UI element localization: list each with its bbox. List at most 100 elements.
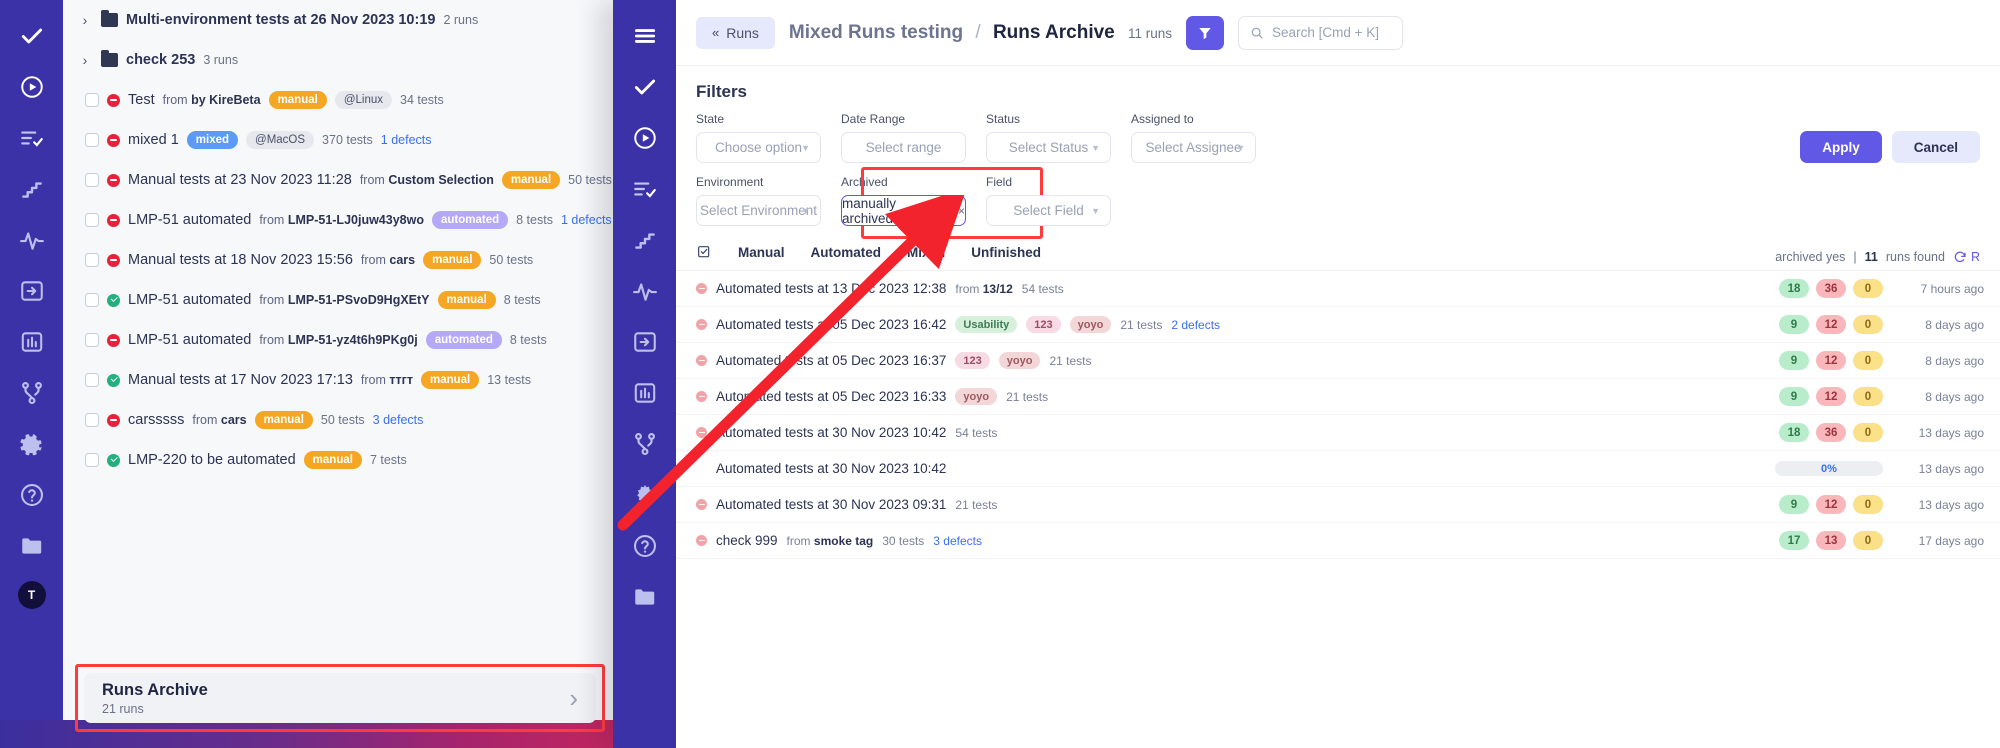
- folder-row[interactable]: › check 253 3 runs: [63, 40, 613, 80]
- sidebar-item-folder[interactable]: [0, 520, 63, 571]
- tab-automated[interactable]: Automated: [811, 245, 882, 270]
- chevron-down-icon[interactable]: ▼: [946, 206, 955, 216]
- filter-value: manually archived: [842, 195, 897, 226]
- sidebar-item-help[interactable]: [613, 520, 676, 571]
- filter-control[interactable]: manually archived × ▼: [841, 195, 966, 226]
- checklist-icon[interactable]: [696, 244, 712, 270]
- sidebar-item-check[interactable]: [613, 61, 676, 112]
- chevron-down-icon[interactable]: ▼: [1091, 143, 1100, 153]
- run-stats: 9 12 0: [1779, 495, 1883, 514]
- back-to-runs-button[interactable]: « Runs: [696, 16, 775, 49]
- folder-row[interactable]: › Multi-environment tests at 26 Nov 2023 …: [63, 0, 613, 40]
- sidebar-item-gear[interactable]: [613, 469, 676, 520]
- table-row[interactable]: Automated tests at 30 Nov 2023 10:42 54 t…: [676, 415, 2000, 451]
- sidebar-item-branch[interactable]: [613, 418, 676, 469]
- table-row[interactable]: Automated tests at 30 Nov 2023 10:42 0% 13…: [676, 451, 2000, 487]
- run-row[interactable]: Test from by KireBeta manual @Linux 34 tests: [63, 80, 613, 120]
- run-row[interactable]: LMP-51 automated from LMP-51-yz4t6h9PKg0j…: [63, 320, 613, 360]
- run-row[interactable]: Manual tests at 18 Nov 2023 15:56 from ca…: [63, 240, 613, 280]
- cancel-button[interactable]: Cancel: [1891, 131, 1980, 163]
- search-input[interactable]: Search [Cmd + K]: [1238, 15, 1404, 50]
- status-fail-icon: [696, 391, 707, 402]
- tab-manual[interactable]: Manual: [738, 245, 785, 270]
- stat-pill: 0: [1853, 495, 1883, 514]
- row-checkbox[interactable]: [85, 453, 99, 467]
- run-row[interactable]: Manual tests at 17 Nov 2023 17:13 from тт…: [63, 360, 613, 400]
- tab-unfinished[interactable]: Unfinished: [971, 245, 1041, 270]
- run-row[interactable]: LMP-51 automated from LMP-51-PSvoD9HgXEtY…: [63, 280, 613, 320]
- filter-control[interactable]: Select Assignee ▼: [1131, 132, 1256, 163]
- sidebar-item-gear[interactable]: [0, 418, 63, 469]
- sidebar-item-steps[interactable]: [613, 214, 676, 265]
- chevron-right-icon: ›: [569, 683, 578, 713]
- sidebar-item-play-circle[interactable]: [0, 61, 63, 112]
- tab-mixed[interactable]: Mixed: [907, 245, 945, 270]
- row-checkbox[interactable]: [85, 253, 99, 267]
- filter-control[interactable]: Select Environment ▼: [696, 195, 821, 226]
- run-defects-link[interactable]: 3 defects: [373, 413, 424, 427]
- progress-bar: 0%: [1775, 461, 1883, 476]
- sidebar-item-chart-bar[interactable]: [613, 367, 676, 418]
- run-defects-link[interactable]: 1 defects: [561, 213, 612, 227]
- run-row[interactable]: carsssss from cars manual 50 tests 3 defects: [63, 400, 613, 440]
- row-checkbox[interactable]: [85, 373, 99, 387]
- hamburger-icon[interactable]: [613, 10, 676, 61]
- run-row[interactable]: LMP-220 to be automated manual 7 tests: [63, 440, 613, 480]
- table-row[interactable]: Automated tests at 05 Dec 2023 16:42 Usab…: [676, 307, 2000, 343]
- sidebar-item-steps[interactable]: [0, 163, 63, 214]
- run-defects-link[interactable]: 3 defects: [933, 534, 982, 548]
- run-row[interactable]: LMP-51 automated from LMP-51-LJ0juw43y8wo…: [63, 200, 613, 240]
- row-checkbox[interactable]: [85, 293, 99, 307]
- sidebar-item-login[interactable]: [613, 316, 676, 367]
- avatar[interactable]: T: [17, 581, 46, 609]
- filter-control[interactable]: Select range: [841, 132, 966, 163]
- sidebar-item-activity[interactable]: [0, 214, 63, 265]
- sidebar-item-branch[interactable]: [0, 367, 63, 418]
- chevron-right-icon[interactable]: ›: [77, 12, 93, 28]
- runs-archive-title: Runs Archive: [102, 681, 208, 700]
- chevron-down-icon[interactable]: ▼: [1236, 143, 1245, 153]
- chevron-down-icon[interactable]: ▼: [801, 206, 810, 216]
- run-defects-link[interactable]: 1 defects: [381, 133, 432, 147]
- row-checkbox[interactable]: [85, 173, 99, 187]
- sidebar-item-play-circle[interactable]: [613, 112, 676, 163]
- clear-icon[interactable]: ×: [958, 204, 965, 218]
- apply-button[interactable]: Apply: [1800, 131, 1882, 163]
- table-row[interactable]: Automated tests at 30 Nov 2023 09:31 21 t…: [676, 487, 2000, 523]
- refresh-button[interactable]: R: [1953, 250, 1980, 264]
- sidebar-item-list-check[interactable]: [0, 112, 63, 163]
- chevron-down-icon[interactable]: ▼: [801, 143, 810, 153]
- table-row[interactable]: Automated tests at 13 Dec 2023 12:38 from…: [676, 271, 2000, 307]
- table-row[interactable]: Automated tests at 05 Dec 2023 16:37 123 y…: [676, 343, 2000, 379]
- row-checkbox[interactable]: [85, 133, 99, 147]
- filter-control[interactable]: Select Status ▼: [986, 132, 1111, 163]
- funnel-icon[interactable]: [1186, 15, 1225, 50]
- filter-control[interactable]: Choose option ▼: [696, 132, 821, 163]
- row-checkbox[interactable]: [85, 333, 99, 347]
- sidebar-item-folder[interactable]: [613, 571, 676, 622]
- status-fail-icon: [696, 499, 707, 510]
- sidebar-item-help[interactable]: [0, 469, 63, 520]
- runs-archive-card[interactable]: Runs Archive 21 runs ›: [84, 673, 596, 723]
- run-name: mixed 1: [128, 132, 179, 148]
- status-fail-icon: [696, 283, 707, 294]
- run-row[interactable]: Manual tests at 23 Nov 2023 11:28 from Cu…: [63, 160, 613, 200]
- chevron-right-icon[interactable]: ›: [77, 52, 93, 68]
- sidebar-item-check[interactable]: [0, 10, 63, 61]
- breadcrumb-parent[interactable]: Mixed Runs testing: [789, 22, 963, 43]
- table-row[interactable]: check 999 from smoke tag 30 tests 3 defects…: [676, 523, 2000, 559]
- row-checkbox[interactable]: [85, 93, 99, 107]
- run-defects-link[interactable]: 2 defects: [1171, 318, 1220, 332]
- chevron-down-icon[interactable]: ▼: [1091, 206, 1100, 216]
- run-row[interactable]: mixed 1 mixed @MacOS 370 tests 1 defects: [63, 120, 613, 160]
- sidebar-item-chart-bar[interactable]: [0, 316, 63, 367]
- sidebar-item-login[interactable]: [0, 265, 63, 316]
- filter-control[interactable]: Select Field ▼: [986, 195, 1111, 226]
- panel-sidebar-rail: [613, 0, 676, 748]
- sidebar-item-activity[interactable]: [613, 265, 676, 316]
- table-row[interactable]: Automated tests at 05 Dec 2023 16:33 yoyo…: [676, 379, 2000, 415]
- row-checkbox[interactable]: [85, 413, 99, 427]
- sidebar-item-list-check[interactable]: [613, 163, 676, 214]
- folder-name: Multi-environment tests at 26 Nov 2023 1…: [126, 12, 436, 28]
- row-checkbox[interactable]: [85, 213, 99, 227]
